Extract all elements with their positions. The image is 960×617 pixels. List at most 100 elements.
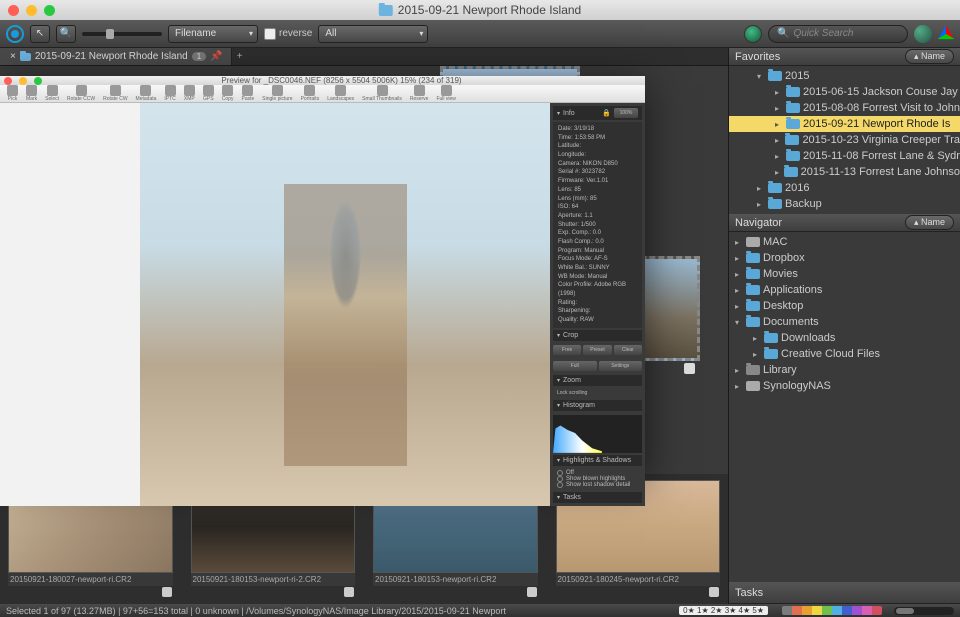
thumbnail-checkbox[interactable] [684, 363, 695, 374]
disclosure-triangle-icon[interactable]: ▸ [735, 382, 743, 391]
disclosure-triangle-icon[interactable]: ▸ [757, 200, 765, 209]
color-swatch[interactable] [782, 606, 792, 615]
tree-row[interactable]: ▸Movies [729, 266, 960, 282]
color-swatch[interactable] [812, 606, 822, 615]
color-swatch[interactable] [852, 606, 862, 615]
sort-field-dropdown[interactable]: Filename [168, 25, 258, 43]
tree-row[interactable]: ▸2015-11-13 Forrest Lane Johnso [729, 164, 960, 180]
pointer-tool-button[interactable]: ↖ [30, 25, 50, 43]
disclosure-triangle-icon[interactable]: ▸ [775, 152, 783, 161]
color-swatch[interactable] [832, 606, 842, 615]
tree-row[interactable]: ▾Documents [729, 314, 960, 330]
tree-row[interactable]: ▸Downloads [729, 330, 960, 346]
filter-dropdown[interactable]: All [318, 25, 428, 43]
color-swatch[interactable] [842, 606, 852, 615]
rating-filter[interactable]: 0★ 1★ 2★ 3★ 4★ 5★ [679, 606, 768, 615]
disclosure-triangle-icon[interactable]: ▸ [735, 254, 743, 263]
reserve-button[interactable]: Reserve [407, 85, 432, 102]
crop-free-button[interactable]: Free [553, 345, 581, 355]
color-swatch[interactable] [802, 606, 812, 615]
pin-icon[interactable]: 📌 [210, 51, 222, 62]
tree-row[interactable]: ▸2015-06-15 Jackson Couse Jay [729, 84, 960, 100]
color-target-icon[interactable] [914, 25, 932, 43]
tree-row[interactable]: ▸MAC [729, 234, 960, 250]
disclosure-triangle-icon[interactable]: ▾ [735, 318, 743, 327]
zoom-pct[interactable]: 100% [614, 108, 638, 118]
rotate-cw-button[interactable]: Rotate CW [100, 85, 130, 102]
thumbnail-checkbox[interactable] [344, 587, 354, 597]
favorites-panel-header[interactable]: Favorites ▴ Name [729, 48, 960, 66]
disclosure-triangle-icon[interactable]: ▸ [775, 168, 781, 177]
disclosure-triangle-icon[interactable]: ▸ [735, 302, 743, 311]
settings-gear-icon[interactable] [6, 25, 24, 43]
landscapes-button[interactable]: Landscapes [324, 85, 357, 102]
minimize-icon[interactable] [19, 77, 27, 85]
gps-button[interactable]: GPS [200, 85, 217, 102]
single-picture-button[interactable]: Single picture [259, 85, 295, 102]
sort-name-button[interactable]: ▴ Name [905, 49, 954, 64]
lock-icon[interactable]: 🔒 [602, 109, 611, 117]
color-swatch[interactable] [792, 606, 802, 615]
zoom-icon[interactable] [34, 77, 42, 85]
iptc-button[interactable]: IPTC [161, 85, 178, 102]
tree-row[interactable]: ▸Applications [729, 282, 960, 298]
disclosure-triangle-icon[interactable]: ▸ [753, 350, 761, 359]
tree-row[interactable]: ▸2015-09-21 Newport Rhode Is [729, 116, 960, 132]
metadata-button[interactable]: Metadata [133, 85, 160, 102]
thumbnail-size-slider[interactable] [82, 32, 162, 36]
info-panel-header[interactable]: Info 🔒 100% [553, 106, 642, 120]
xmp-button[interactable]: XMP [181, 85, 198, 102]
thumbnail-checkbox[interactable] [527, 587, 537, 597]
disclosure-triangle-icon[interactable]: ▸ [775, 104, 783, 113]
disclosure-triangle-icon[interactable]: ▸ [735, 270, 743, 279]
new-tab-button[interactable]: + [232, 48, 248, 65]
tasks-panel-header[interactable]: Tasks [553, 492, 642, 503]
disclosure-triangle-icon[interactable]: ▸ [735, 238, 743, 247]
small-thumbnails-button[interactable]: Small Thumbnails [359, 85, 405, 102]
quick-search-input[interactable]: 🔍 Quick Search [768, 25, 908, 43]
hs-option[interactable]: Show lost shadow detail [557, 482, 638, 488]
histogram-panel-header[interactable]: Histogram [553, 400, 642, 411]
minimize-window-button[interactable] [26, 5, 37, 16]
tree-row[interactable]: ▸2015-10-23 Virginia Creeper Tra [729, 132, 960, 148]
navigator-panel-header[interactable]: Navigator ▴ Name [729, 214, 960, 232]
color-label-filter[interactable] [782, 606, 882, 615]
paste-button[interactable]: Paste [238, 85, 257, 102]
select-button[interactable]: Select [42, 85, 62, 102]
tree-row[interactable]: ▸Dropbox [729, 250, 960, 266]
thumbnail-checkbox[interactable] [162, 587, 172, 597]
tree-row[interactable]: ▸Desktop [729, 298, 960, 314]
color-swatch[interactable] [862, 606, 872, 615]
crop-full-button[interactable]: Full [553, 361, 597, 371]
tree-row[interactable]: ▸2016 [729, 180, 960, 196]
tasks-panel-header[interactable]: Tasks [729, 582, 960, 604]
thumbnail-checkbox[interactable] [709, 587, 719, 597]
full-view-button[interactable]: Full view [433, 85, 458, 102]
crop-preset-button[interactable]: Preset [583, 345, 611, 355]
tree-row[interactable]: ▸Creative Cloud Files [729, 346, 960, 362]
disclosure-triangle-icon[interactable]: ▸ [775, 136, 782, 145]
tree-row[interactable]: ▸Backup [729, 196, 960, 212]
horizontal-scrollbar[interactable] [894, 607, 954, 615]
disclosure-triangle-icon[interactable]: ▸ [753, 334, 761, 343]
close-icon[interactable] [4, 77, 12, 85]
disclosure-triangle-icon[interactable]: ▸ [757, 184, 765, 193]
pick-button[interactable]: Pick [4, 85, 21, 102]
color-swatch[interactable] [822, 606, 832, 615]
color-swatch[interactable] [872, 606, 882, 615]
disclosure-triangle-icon[interactable]: ▸ [735, 366, 743, 375]
reverse-checkbox[interactable] [264, 28, 276, 40]
upload-globe-icon[interactable] [744, 25, 762, 43]
preview-photo[interactable] [140, 103, 550, 506]
zoom-panel-header[interactable]: Zoom [553, 375, 642, 386]
disclosure-triangle-icon[interactable]: ▸ [735, 286, 743, 295]
crop-settings-button[interactable]: Settings [599, 361, 643, 371]
tree-row[interactable]: ▸2015-08-08 Forrest Visit to John [729, 100, 960, 116]
sort-name-button[interactable]: ▴ Name [905, 215, 954, 230]
tree-row[interactable]: ▾2015 [729, 68, 960, 84]
magnify-tool-button[interactable]: 🔍 [56, 25, 76, 43]
mark-button[interactable]: Mark [23, 85, 40, 102]
tab-folder[interactable]: × 2015-09-21 Newport Rhode Island 1 📌 [0, 48, 232, 65]
rotate-ccw-button[interactable]: Rotate CCW [64, 85, 98, 102]
highlights-shadows-header[interactable]: Highlights & Shadows [553, 455, 642, 466]
